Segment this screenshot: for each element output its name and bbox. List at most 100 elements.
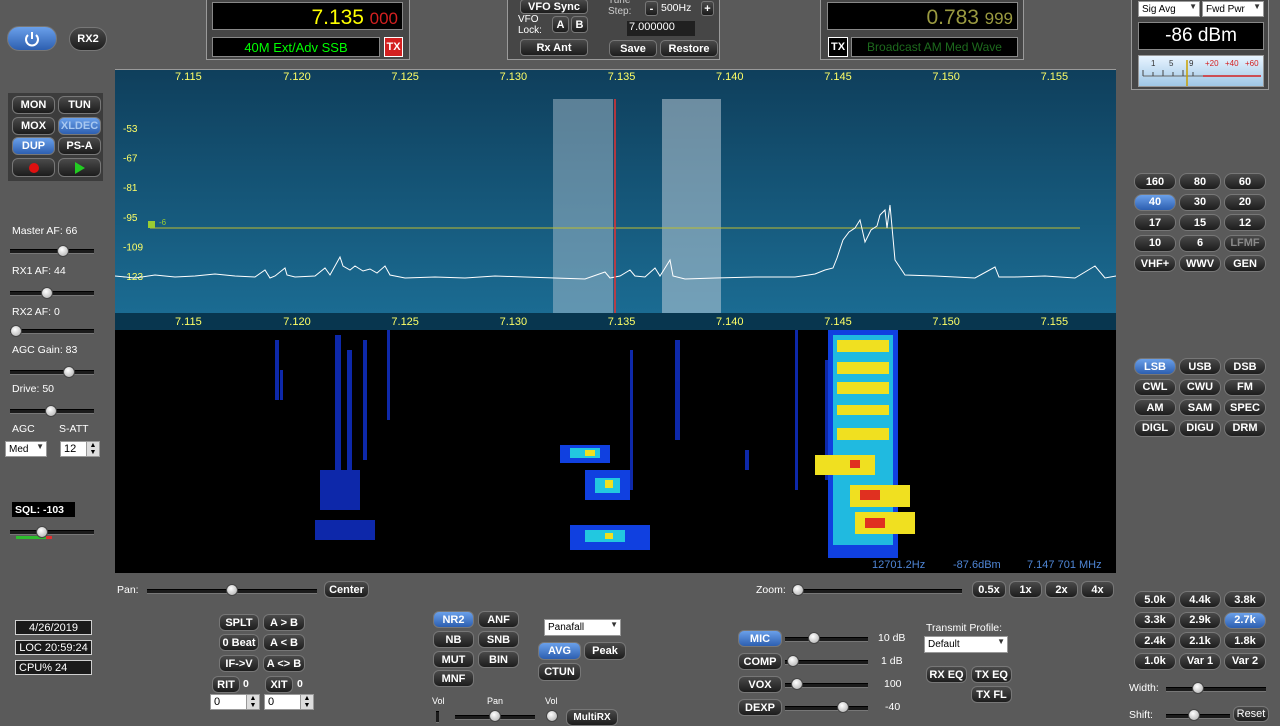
- master-af-knob[interactable]: [57, 245, 69, 257]
- band-wwv[interactable]: WWV: [1179, 255, 1221, 272]
- band-160[interactable]: 160: [1134, 173, 1176, 190]
- comp-button[interactable]: COMP: [738, 653, 782, 670]
- filter-4-4k[interactable]: 4.4k: [1179, 591, 1221, 608]
- mode-sam[interactable]: SAM: [1179, 399, 1221, 416]
- waterfall-display[interactable]: [115, 330, 1116, 558]
- zoom-1x-button[interactable]: 1x: [1009, 581, 1042, 598]
- band-40[interactable]: 40: [1134, 193, 1176, 211]
- mode-usb[interactable]: USB: [1179, 358, 1221, 375]
- xit-spinner[interactable]: 0 ▲ ▼: [264, 694, 314, 710]
- rx1-af-knob[interactable]: [41, 287, 53, 299]
- spinner-arrows-icon[interactable]: ▲ ▼: [246, 695, 259, 709]
- filter-var-1[interactable]: Var 1: [1179, 652, 1221, 670]
- play-button[interactable]: [58, 158, 101, 177]
- mode-cwl[interactable]: CWL: [1134, 378, 1176, 396]
- filter-2-9k[interactable]: 2.9k: [1179, 611, 1221, 629]
- mox-button[interactable]: MOX: [12, 117, 55, 135]
- tun-button[interactable]: TUN: [58, 96, 101, 114]
- agc-gain-slider[interactable]: [10, 370, 94, 375]
- mode-fm[interactable]: FM: [1224, 378, 1266, 396]
- filter-5-0k[interactable]: 5.0k: [1134, 591, 1176, 608]
- center-button[interactable]: Center: [324, 581, 369, 598]
- display-mode-select[interactable]: Panafall ▼: [544, 619, 621, 636]
- mode-spec[interactable]: SPEC: [1224, 399, 1266, 416]
- vfo-b-tx-indicator[interactable]: TX: [828, 37, 848, 57]
- rx2-af-slider[interactable]: [10, 329, 94, 334]
- filter-1-0k[interactable]: 1.0k: [1134, 652, 1176, 670]
- spinner-arrows-icon[interactable]: ▲ ▼: [300, 695, 313, 709]
- rx2-button[interactable]: RX2: [69, 27, 107, 51]
- agc-select[interactable]: Med ▼: [5, 441, 47, 457]
- width-knob[interactable]: [1192, 682, 1204, 694]
- mode-drm[interactable]: DRM: [1224, 419, 1266, 437]
- vfo-lock-a-button[interactable]: A: [552, 16, 569, 33]
- nr2-button[interactable]: NR2: [433, 611, 474, 628]
- mode-dsb[interactable]: DSB: [1224, 358, 1266, 375]
- anf-button[interactable]: ANF: [478, 611, 519, 628]
- comp-knob[interactable]: [787, 655, 799, 667]
- filter-1-8k[interactable]: 1.8k: [1224, 632, 1266, 649]
- ctun-button[interactable]: CTUN: [538, 663, 581, 681]
- meter-mode-tx-select[interactable]: Fwd Pwr ▼: [1202, 1, 1264, 17]
- bin-button[interactable]: BIN: [478, 651, 519, 668]
- band-gen[interactable]: GEN: [1224, 255, 1266, 272]
- dexp-slider[interactable]: [785, 706, 868, 711]
- a-lt-b-button[interactable]: A < B: [263, 634, 305, 651]
- sub-rx-vol2-knob[interactable]: [546, 710, 558, 722]
- tx-eq-button[interactable]: TX EQ: [971, 666, 1012, 683]
- restore-button[interactable]: Restore: [660, 40, 718, 57]
- vox-knob[interactable]: [791, 678, 803, 690]
- band-30[interactable]: 30: [1179, 193, 1221, 211]
- band-6[interactable]: 6: [1179, 234, 1221, 252]
- band-60[interactable]: 60: [1224, 173, 1266, 190]
- xldec-button[interactable]: XLDEC: [58, 117, 101, 135]
- band-80[interactable]: 80: [1179, 173, 1221, 190]
- vfo-sync-button[interactable]: VFO Sync: [520, 0, 588, 14]
- sub-rx-vol-slider[interactable]: [436, 711, 439, 723]
- spinner-arrows-icon[interactable]: ▲ ▼: [86, 442, 99, 456]
- width-slider[interactable]: [1166, 687, 1266, 692]
- sub-rx-pan-knob[interactable]: [489, 710, 501, 722]
- zoom-0-5x-button[interactable]: 0.5x: [972, 581, 1006, 598]
- drive-knob[interactable]: [45, 405, 57, 417]
- zoom-2x-button[interactable]: 2x: [1045, 581, 1078, 598]
- zoom-knob[interactable]: [792, 584, 804, 596]
- split-button[interactable]: SPLT: [219, 614, 259, 631]
- vfo-b-frequency-display[interactable]: 0.783 999: [827, 2, 1018, 30]
- pan-knob[interactable]: [226, 584, 238, 596]
- rx2-af-knob[interactable]: [10, 325, 22, 337]
- mic-button[interactable]: MIC: [738, 630, 782, 647]
- save-button[interactable]: Save: [609, 40, 657, 57]
- band-15[interactable]: 15: [1179, 214, 1221, 231]
- mode-am[interactable]: AM: [1134, 399, 1176, 416]
- band-10[interactable]: 10: [1134, 234, 1176, 252]
- master-af-slider[interactable]: [10, 249, 94, 254]
- peak-button[interactable]: Peak: [584, 642, 626, 660]
- nb-button[interactable]: NB: [433, 631, 474, 648]
- mic-gain-knob[interactable]: [808, 632, 820, 644]
- squelch-marker-icon[interactable]: [148, 221, 155, 228]
- rx1-filter-passband[interactable]: [553, 99, 613, 316]
- mode-digu[interactable]: DIGU: [1179, 419, 1221, 437]
- mon-button[interactable]: MON: [12, 96, 55, 114]
- mode-cwu[interactable]: CWU: [1179, 378, 1221, 396]
- band-12[interactable]: 12: [1224, 214, 1266, 231]
- panadapter[interactable]: -53 -67 -81 -95 -109 -123 -6: [115, 69, 1116, 316]
- filter-var-2[interactable]: Var 2: [1224, 652, 1266, 670]
- dup-button[interactable]: DUP: [12, 137, 55, 155]
- xit-button[interactable]: XIT: [265, 676, 293, 693]
- vfo-a-tx-indicator[interactable]: TX: [384, 37, 403, 57]
- spectrum-display[interactable]: -53-67-81-95-109-123 -6: [115, 70, 1116, 316]
- dexp-knob[interactable]: [837, 701, 849, 713]
- meter-mode-rx-select[interactable]: Sig Avg ▼: [1138, 1, 1200, 17]
- vox-button[interactable]: VOX: [738, 676, 782, 693]
- band-17[interactable]: 17: [1134, 214, 1176, 231]
- zero-beat-button[interactable]: 0 Beat: [219, 634, 259, 651]
- vfo-a-frequency-display[interactable]: 7.135 000: [212, 2, 403, 30]
- shift-knob[interactable]: [1188, 709, 1200, 721]
- sql-button[interactable]: SQL: -103: [12, 502, 75, 517]
- mic-gain-slider[interactable]: [785, 637, 868, 642]
- mute-button[interactable]: MUT: [433, 651, 474, 668]
- zoom-4x-button[interactable]: 4x: [1081, 581, 1114, 598]
- multirx-button[interactable]: MultiRX: [566, 709, 618, 726]
